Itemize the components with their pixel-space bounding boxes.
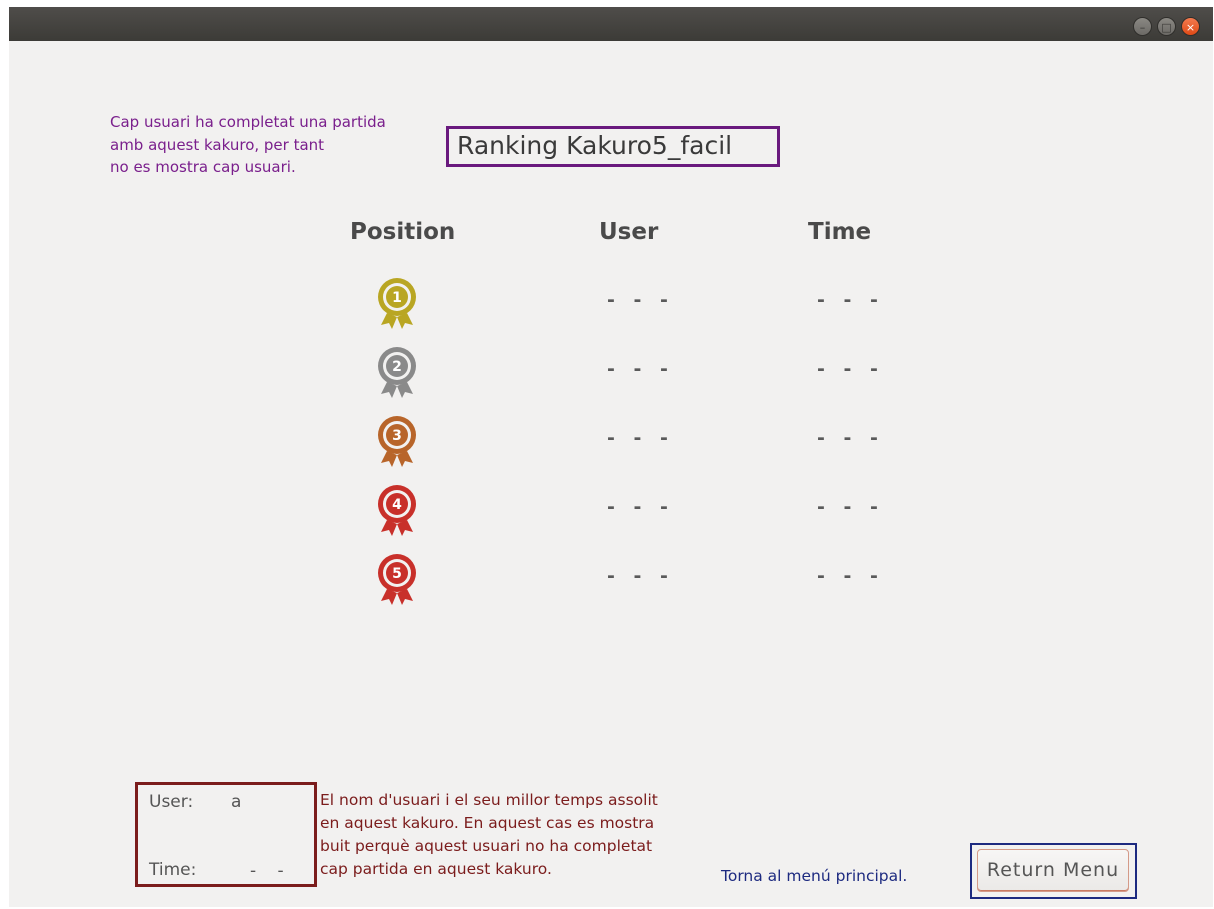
rank-2-user: - - - bbox=[607, 358, 674, 380]
rank-5-user: - - - bbox=[607, 565, 674, 587]
rank-3-user: - - - bbox=[607, 427, 674, 449]
time-value: - - bbox=[250, 861, 292, 881]
svg-text:2: 2 bbox=[392, 359, 402, 375]
svg-text:4: 4 bbox=[392, 497, 402, 513]
close-icon[interactable]: × bbox=[1181, 17, 1200, 36]
user-value: a bbox=[231, 792, 242, 812]
page-title: Ranking Kakuro5_facil bbox=[446, 126, 780, 167]
time-header: Time bbox=[808, 219, 872, 245]
user-time-note: El nom d'usuari i el seu millor temps as… bbox=[320, 791, 658, 878]
rank-1-time: - - - bbox=[817, 289, 884, 311]
current-user-box: User: a Time: - - bbox=[135, 782, 317, 887]
time-label: Time: bbox=[149, 860, 197, 880]
medal-4-icon: 4 bbox=[378, 485, 416, 536]
user-header: User bbox=[599, 219, 659, 245]
medal-1-icon: 1 bbox=[378, 278, 416, 329]
rank-5-time: - - - bbox=[817, 565, 884, 587]
window-titlebar: – □ × bbox=[9, 7, 1213, 41]
svg-text:3: 3 bbox=[392, 428, 402, 444]
rank-4-user: - - - bbox=[607, 496, 674, 518]
return-button-highlight: Return Menu bbox=[970, 843, 1137, 899]
medal-2-icon: 2 bbox=[378, 347, 416, 398]
rank-2-time: - - - bbox=[817, 358, 884, 380]
svg-text:5: 5 bbox=[392, 566, 402, 582]
medal-3-icon: 3 bbox=[378, 416, 416, 467]
medal-5-icon: 5 bbox=[378, 554, 416, 605]
return-menu-note: Torna al menú principal. bbox=[721, 867, 908, 885]
rank-3-time: - - - bbox=[817, 427, 884, 449]
minimize-icon[interactable]: – bbox=[1133, 17, 1152, 36]
no-users-note: Cap usuari ha completat una partida amb … bbox=[110, 113, 386, 176]
ranking-panel: Cap usuari ha completat una partida amb … bbox=[9, 41, 1213, 907]
maximize-icon[interactable]: □ bbox=[1157, 17, 1176, 36]
position-header: Position bbox=[350, 219, 456, 245]
user-label: User: bbox=[149, 792, 194, 812]
rank-1-user: - - - bbox=[607, 289, 674, 311]
return-menu-button[interactable]: Return Menu bbox=[977, 849, 1129, 892]
svg-text:1: 1 bbox=[392, 290, 402, 306]
rank-4-time: - - - bbox=[817, 496, 884, 518]
